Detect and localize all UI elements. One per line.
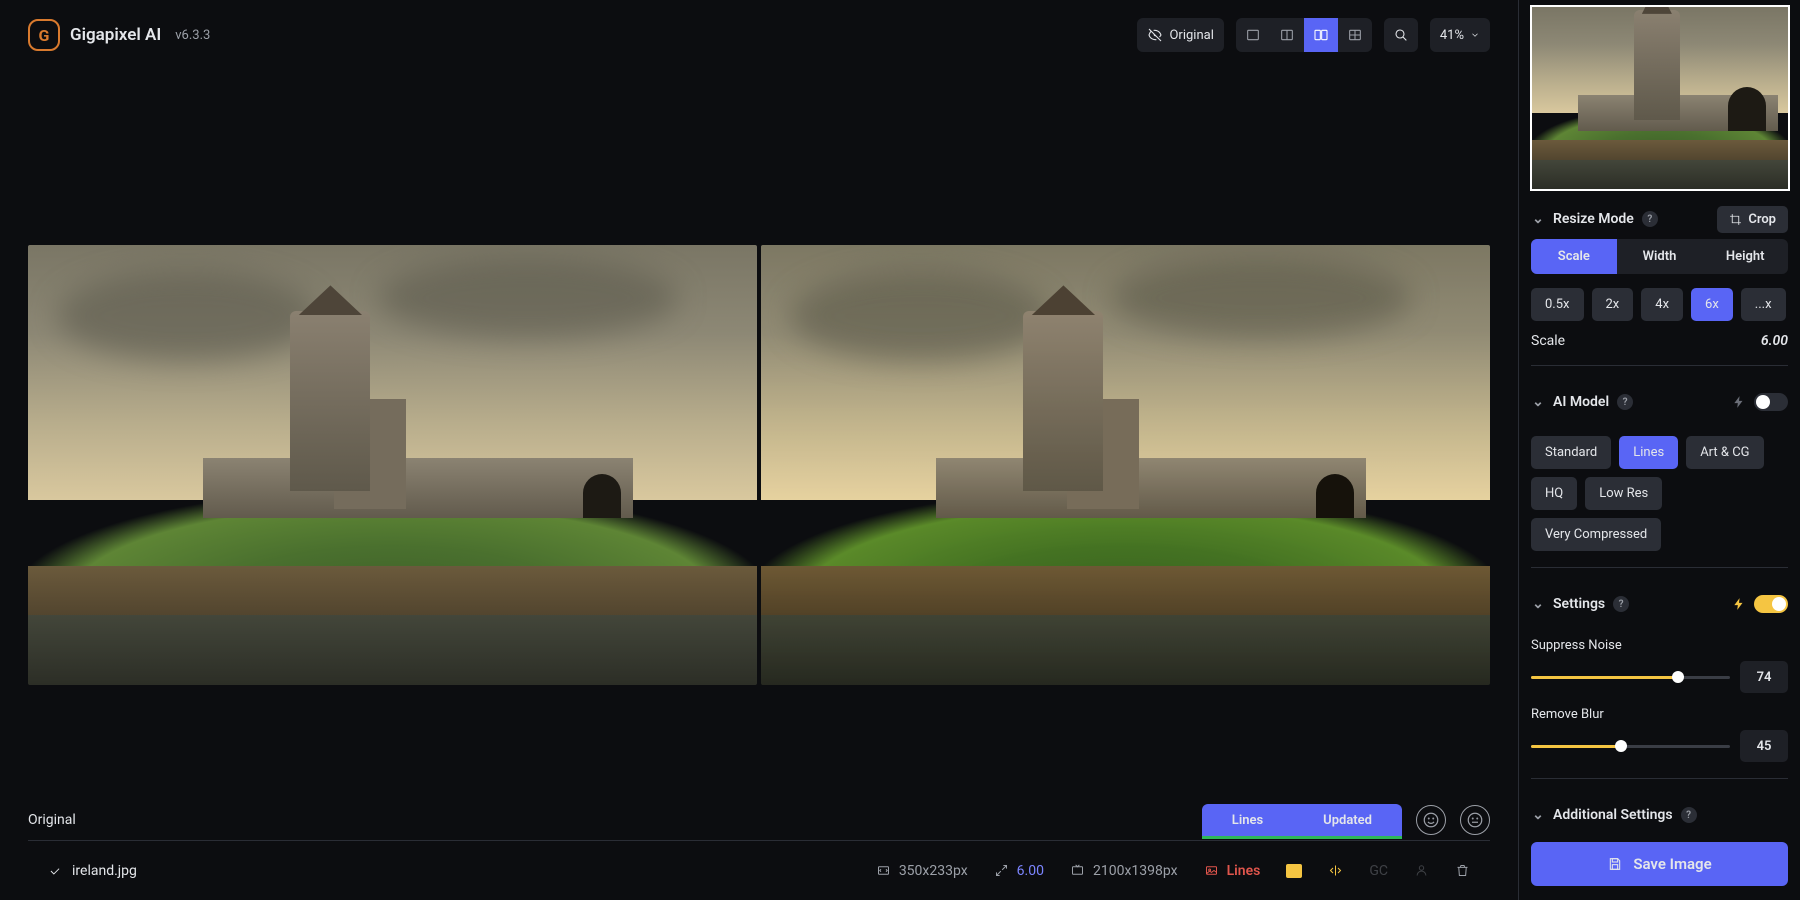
settings-auto-toggle[interactable] bbox=[1754, 595, 1788, 613]
resize-section-header[interactable]: ⌄ Resize Mode ? Crop bbox=[1531, 199, 1788, 239]
zoom-level-button[interactable]: 41% bbox=[1430, 18, 1490, 52]
smile-icon bbox=[1422, 811, 1440, 829]
ai-model-auto-toggle[interactable] bbox=[1754, 393, 1788, 411]
pill-model-label: Lines bbox=[1202, 813, 1293, 828]
scale-chip-custom[interactable]: ...x bbox=[1741, 288, 1786, 321]
view-mode-split-vertical[interactable] bbox=[1270, 18, 1304, 52]
meh-icon bbox=[1466, 811, 1484, 829]
model-chip-low-res[interactable]: Low Res bbox=[1585, 477, 1662, 510]
ai-model-section-header[interactable]: ⌄ AI Model ? bbox=[1531, 382, 1788, 422]
preview-area bbox=[28, 70, 1490, 800]
chevron-down-icon: ⌄ bbox=[1531, 211, 1545, 227]
expand-icon bbox=[994, 863, 1009, 878]
updated-pill[interactable]: Lines Updated bbox=[1202, 804, 1402, 836]
model-icon bbox=[1204, 863, 1219, 878]
model-chip-standard[interactable]: Standard bbox=[1531, 436, 1611, 469]
gc-label: GC bbox=[1369, 863, 1388, 879]
model-chip-lines[interactable]: Lines bbox=[1619, 436, 1678, 469]
right-sidebar: ⌄ Resize Mode ? Crop Scale Width Height … bbox=[1518, 0, 1800, 900]
scale-chip-0-5x[interactable]: 0.5x bbox=[1531, 288, 1584, 321]
app-logo-group: G Gigapixel AI v6.3.3 bbox=[28, 19, 210, 51]
chevron-down-icon bbox=[1470, 30, 1480, 40]
output-size-icon bbox=[1070, 863, 1085, 878]
settings-section-header[interactable]: ⌄ Settings ? bbox=[1531, 584, 1788, 624]
app-name: Gigapixel AI bbox=[70, 25, 161, 45]
view-mode-single[interactable] bbox=[1236, 18, 1270, 52]
check-icon bbox=[48, 864, 62, 878]
model-chip-hq[interactable]: HQ bbox=[1531, 477, 1577, 510]
help-icon[interactable]: ? bbox=[1617, 394, 1633, 410]
preview-original[interactable] bbox=[28, 245, 757, 685]
help-icon[interactable]: ? bbox=[1613, 596, 1629, 612]
save-icon bbox=[1607, 856, 1623, 872]
delete-button[interactable] bbox=[1455, 863, 1470, 878]
scale-value: 6.00 bbox=[1761, 333, 1788, 349]
crop-icon bbox=[1729, 213, 1742, 226]
navigator-thumbnail[interactable] bbox=[1530, 5, 1790, 191]
remove-blur-slider[interactable] bbox=[1531, 745, 1730, 748]
lightning-icon bbox=[1732, 597, 1746, 611]
format-badge-icon bbox=[1286, 864, 1302, 878]
scale-chip-6x[interactable]: 6x bbox=[1691, 288, 1733, 321]
app-logo-icon: G bbox=[28, 19, 60, 51]
face-recovery-icon bbox=[1414, 863, 1429, 878]
pill-updated-label: Updated bbox=[1293, 813, 1402, 828]
scale-label: Scale bbox=[1531, 333, 1565, 349]
help-icon[interactable]: ? bbox=[1642, 211, 1658, 227]
remove-blur-label: Remove Blur bbox=[1531, 707, 1788, 722]
zoom-value: 41% bbox=[1440, 28, 1464, 43]
model-used: Lines bbox=[1204, 863, 1261, 879]
original-label: Original bbox=[28, 812, 76, 828]
suppress-noise-slider[interactable] bbox=[1531, 676, 1730, 679]
remove-blur-value[interactable]: 45 bbox=[1740, 730, 1788, 762]
preview-updated[interactable] bbox=[761, 245, 1490, 685]
original-dimensions: 350x233px bbox=[876, 863, 968, 879]
file-row[interactable]: ireland.jpg 350x233px 6.00 2100x1398px L… bbox=[28, 840, 1490, 900]
eye-off-icon bbox=[1147, 27, 1163, 43]
additional-settings-header[interactable]: ⌄ Additional Settings ? bbox=[1531, 795, 1788, 832]
save-image-button[interactable]: Save Image bbox=[1531, 842, 1788, 886]
output-dimensions: 2100x1398px bbox=[1070, 863, 1178, 879]
original-toggle-label: Original bbox=[1169, 28, 1213, 43]
view-mode-side-by-side[interactable] bbox=[1304, 18, 1338, 52]
feedback-neutral-button[interactable] bbox=[1460, 805, 1490, 835]
view-mode-grid[interactable] bbox=[1338, 18, 1372, 52]
scale-factor: 6.00 bbox=[994, 863, 1044, 879]
model-chip-art-cg[interactable]: Art & CG bbox=[1686, 436, 1763, 469]
original-toggle-button[interactable]: Original bbox=[1137, 18, 1223, 52]
view-mode-segmented bbox=[1236, 18, 1372, 52]
model-chip-very-compressed[interactable]: Very Compressed bbox=[1531, 518, 1661, 551]
top-bar: G Gigapixel AI v6.3.3 Original 41% bbox=[28, 0, 1490, 70]
crop-button[interactable]: Crop bbox=[1717, 206, 1788, 233]
file-name: ireland.jpg bbox=[72, 863, 137, 879]
help-icon[interactable]: ? bbox=[1681, 807, 1697, 823]
magnifier-icon bbox=[1393, 27, 1409, 43]
compare-icon[interactable] bbox=[1328, 863, 1343, 878]
resize-tab-height[interactable]: Height bbox=[1702, 239, 1788, 274]
chevron-down-icon: ⌄ bbox=[1531, 807, 1545, 823]
chevron-down-icon: ⌄ bbox=[1531, 394, 1545, 410]
app-version: v6.3.3 bbox=[175, 28, 210, 43]
resize-tab-width[interactable]: Width bbox=[1617, 239, 1703, 274]
suppress-noise-value[interactable]: 74 bbox=[1740, 661, 1788, 693]
resize-tab-scale[interactable]: Scale bbox=[1531, 239, 1617, 274]
resize-mode-tabs: Scale Width Height bbox=[1531, 239, 1788, 274]
chevron-down-icon: ⌄ bbox=[1531, 596, 1545, 612]
feedback-happy-button[interactable] bbox=[1416, 805, 1446, 835]
dimensions-icon bbox=[876, 863, 891, 878]
lightning-icon bbox=[1732, 395, 1746, 409]
scale-chip-4x[interactable]: 4x bbox=[1641, 288, 1683, 321]
trash-icon bbox=[1455, 863, 1470, 878]
preview-label-row: Original Lines Updated bbox=[28, 800, 1490, 840]
scale-chip-2x[interactable]: 2x bbox=[1592, 288, 1634, 321]
suppress-noise-label: Suppress Noise bbox=[1531, 638, 1788, 653]
zoom-mode-button[interactable] bbox=[1384, 18, 1418, 52]
